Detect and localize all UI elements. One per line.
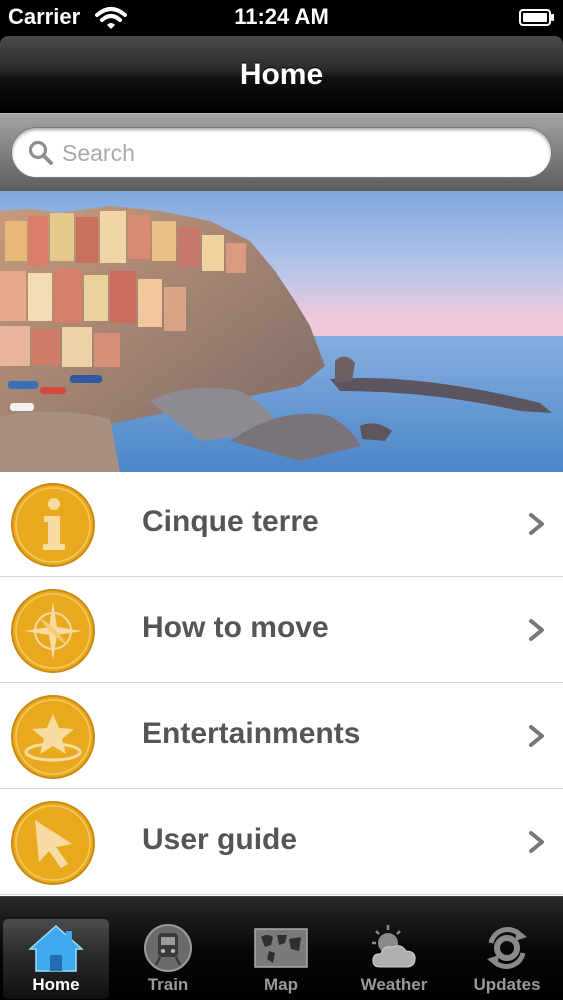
- status-time: 11:24 AM: [234, 4, 329, 29]
- menu-item-entertainments[interactable]: Entertainments: [0, 684, 563, 789]
- tab-home[interactable]: Home: [3, 919, 109, 999]
- navigation-bar: Home: [0, 36, 563, 113]
- tab-label: Updates: [473, 975, 541, 994]
- weather-icon: [372, 925, 416, 968]
- menu-item-label: Entertainments: [142, 717, 361, 750]
- menu-list: Cinque terre How to move Entertainments: [0, 472, 563, 896]
- tab-bar: Home Train Map Weather Updates: [0, 896, 563, 1000]
- tab-label: Train: [147, 975, 189, 994]
- tab-label: Home: [32, 975, 80, 994]
- chevron-right-icon: [529, 513, 544, 535]
- page-title: Home: [239, 58, 324, 91]
- menu-item-cinque-terre[interactable]: Cinque terre: [0, 472, 563, 577]
- battery-icon: [519, 9, 554, 26]
- search-field[interactable]: [11, 127, 552, 178]
- search-bar: [0, 113, 563, 191]
- tab-label: Map: [264, 975, 298, 994]
- tab-updates[interactable]: Updates: [454, 919, 560, 999]
- hero-image: [0, 191, 563, 472]
- star-icon: [11, 695, 95, 779]
- chevron-right-icon: [529, 831, 544, 853]
- tab-label: Weather: [360, 975, 428, 994]
- menu-item-label: Cinque terre: [142, 505, 319, 538]
- compass-icon: [11, 589, 95, 673]
- info-icon: [11, 483, 95, 567]
- cursor-icon: [11, 801, 95, 885]
- menu-item-label: User guide: [142, 823, 298, 856]
- tab-map[interactable]: Map: [228, 919, 334, 999]
- search-icon: [28, 140, 53, 165]
- menu-item-user-guide[interactable]: User guide: [0, 790, 563, 895]
- refresh-icon: [487, 927, 527, 969]
- chevron-right-icon: [529, 619, 544, 641]
- search-input[interactable]: [62, 136, 532, 170]
- status-bar: Carrier 11:24 AM: [0, 0, 563, 36]
- home-icon: [28, 924, 84, 972]
- chevron-right-icon: [529, 725, 544, 747]
- tab-train[interactable]: Train: [115, 919, 221, 999]
- train-icon: [144, 924, 192, 972]
- menu-item-label: How to move: [142, 611, 329, 644]
- tab-weather[interactable]: Weather: [341, 919, 447, 999]
- world-map-icon: [254, 928, 308, 968]
- menu-item-how-to-move[interactable]: How to move: [0, 578, 563, 683]
